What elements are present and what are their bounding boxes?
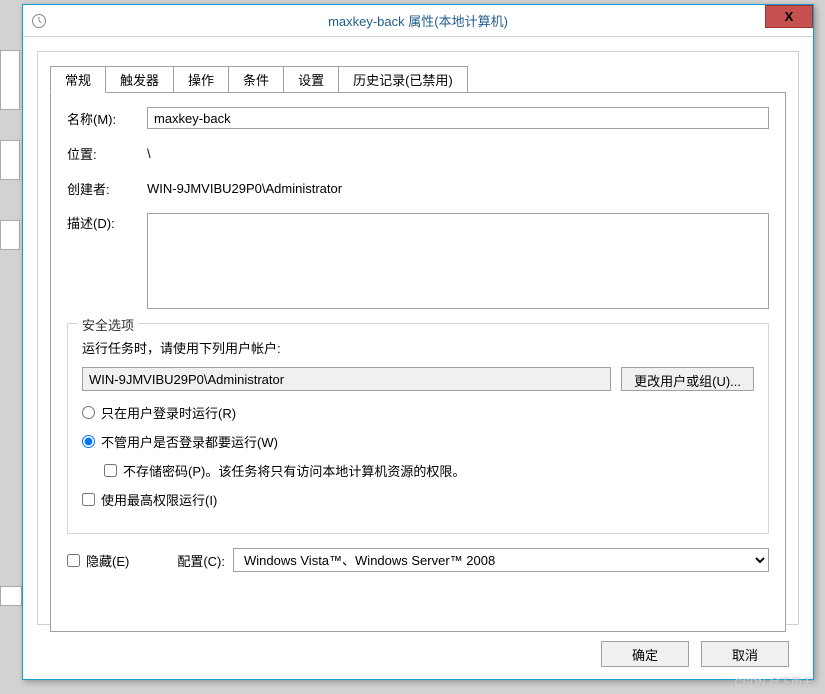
checkbox-hidden[interactable]: 隐藏(E) <box>67 551 129 570</box>
runas-label: 运行任务时，请使用下列用户帐户: <box>82 338 754 357</box>
radio-run-any-time[interactable]: 不管用户是否登录都要运行(W) <box>82 432 754 451</box>
change-user-button[interactable]: 更改用户或组(U)... <box>621 367 754 391</box>
highest-priv-input[interactable] <box>82 493 95 506</box>
titlebar: maxkey-back 属性(本地计算机) X <box>23 5 813 37</box>
configure-label: 配置(C): <box>177 551 225 570</box>
clock-icon <box>31 13 47 29</box>
name-input[interactable] <box>147 107 769 129</box>
radio-any-time-input[interactable] <box>82 435 95 448</box>
tab-conditions[interactable]: 条件 <box>228 66 284 93</box>
hidden-input[interactable] <box>67 554 80 567</box>
radio-logged-on-input[interactable] <box>82 406 95 419</box>
checkbox-no-store-password[interactable]: 不存储密码(P)。该任务将只有访问本地计算机资源的权限。 <box>104 461 754 480</box>
security-legend: 安全选项 <box>78 315 138 334</box>
tab-strip: 常规 触发器 操作 条件 设置 历史记录(已禁用) <box>38 52 798 93</box>
name-label: 名称(M): <box>67 109 147 128</box>
checkbox-highest-privileges[interactable]: 使用最高权限运行(I) <box>82 490 754 509</box>
dialog-footer: 确定 取消 <box>601 641 789 667</box>
creator-value: WIN-9JMVIBU29P0\Administrator <box>147 178 769 199</box>
close-icon: X <box>785 9 794 24</box>
location-value: \ <box>147 143 769 164</box>
description-input[interactable] <box>147 213 769 309</box>
tab-body-general: 名称(M): 位置: \ 创建者: WIN-9JMVIBU29P0\Admini… <box>50 92 786 632</box>
tab-history[interactable]: 历史记录(已禁用) <box>338 66 468 93</box>
properties-dialog: maxkey-back 属性(本地计算机) X 常规 触发器 操作 条件 设置 … <box>22 4 814 680</box>
dialog-content: 常规 触发器 操作 条件 设置 历史记录(已禁用) 名称(M): 位置: \ 创… <box>37 51 799 625</box>
cancel-button[interactable]: 取消 <box>701 641 789 667</box>
description-label: 描述(D): <box>67 213 147 232</box>
tab-general[interactable]: 常规 <box>50 66 106 93</box>
tab-actions[interactable]: 操作 <box>173 66 229 93</box>
configure-select[interactable]: Windows Vista™、Windows Server™ 2008 <box>233 548 769 572</box>
location-label: 位置: <box>67 144 147 163</box>
security-options-group: 安全选项 运行任务时，请使用下列用户帐户: 更改用户或组(U)... 只在用户登… <box>67 323 769 534</box>
tab-triggers[interactable]: 触发器 <box>105 66 174 93</box>
radio-run-logged-on[interactable]: 只在用户登录时运行(R) <box>82 403 754 422</box>
creator-label: 创建者: <box>67 179 147 198</box>
window-title: maxkey-back 属性(本地计算机) <box>328 11 508 30</box>
account-display <box>82 367 611 391</box>
tab-settings[interactable]: 设置 <box>283 66 339 93</box>
ok-button[interactable]: 确定 <box>601 641 689 667</box>
nosave-pwd-input[interactable] <box>104 464 117 477</box>
close-button[interactable]: X <box>765 5 813 28</box>
